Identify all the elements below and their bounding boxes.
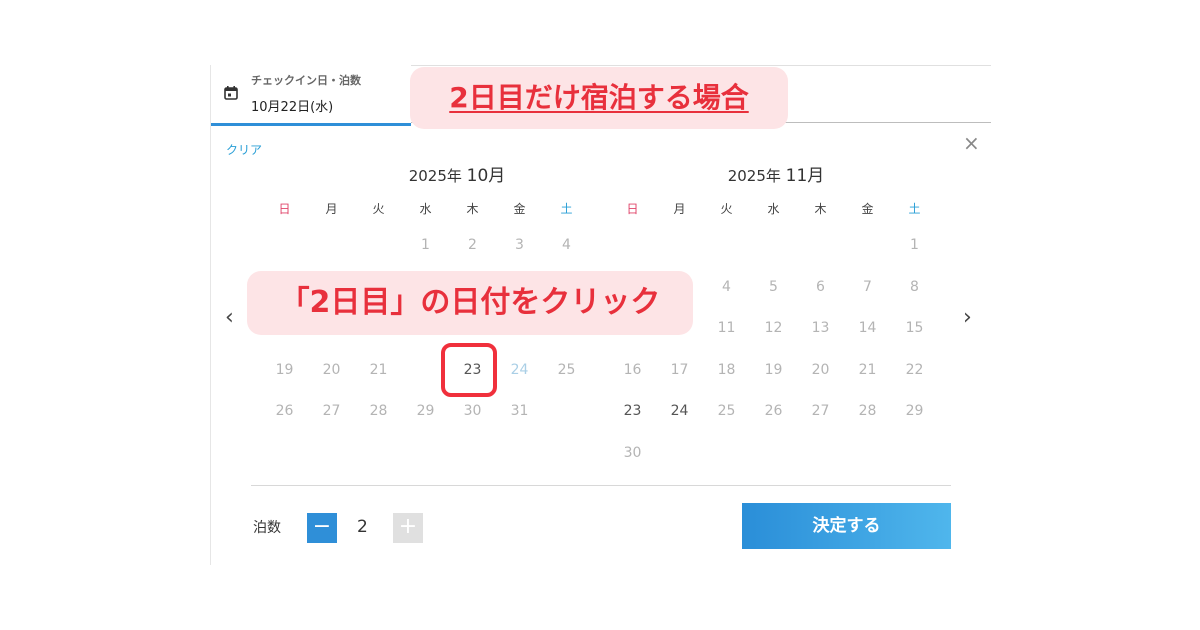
day-cell[interactable]: 1 [402, 225, 449, 267]
month-title-oct: 2025年 10月 [357, 161, 557, 186]
day-cell[interactable]: 18 [703, 350, 750, 392]
day-cell[interactable]: 20 [308, 350, 355, 392]
year-label: 2025年 [408, 167, 462, 185]
day-cell[interactable]: 20 [797, 350, 844, 392]
day-cell[interactable]: 15 [891, 308, 938, 350]
nights-increment-button[interactable]: + [393, 513, 423, 543]
day-cell[interactable]: 6 [797, 267, 844, 309]
weekday-label: 日 [626, 202, 639, 216]
weekday-label: 月 [673, 202, 686, 216]
day-cell[interactable]: 5 [750, 267, 797, 309]
weekday-label: 木 [814, 202, 827, 216]
calendar-icon [224, 86, 238, 100]
day-cell[interactable]: 14 [844, 308, 891, 350]
day-cell[interactable]: 27 [797, 391, 844, 433]
prev-month-icon[interactable]: ‹ [225, 305, 234, 330]
day-cell[interactable]: 16 [609, 350, 656, 392]
day-cell[interactable]: 19 [750, 350, 797, 392]
day-cell[interactable]: 31 [496, 391, 543, 433]
day-cell[interactable]: 8 [891, 267, 938, 309]
day-cell[interactable]: 4 [543, 225, 590, 267]
annotation-middle-text: 「2日目」の日付をクリック [279, 285, 661, 320]
day-cell[interactable]: 3 [496, 225, 543, 267]
next-month-icon[interactable]: › [963, 305, 972, 330]
weekday-label: 土 [560, 202, 573, 216]
day-cell[interactable]: 23 [609, 391, 656, 433]
footer-divider [251, 485, 951, 486]
day-cell[interactable]: 12 [750, 308, 797, 350]
day-cell[interactable]: 2 [449, 225, 496, 267]
empty-day-cell [308, 225, 355, 267]
empty-day-cell [609, 225, 656, 267]
month-title-nov: 2025年 11月 [676, 161, 876, 186]
day-grid-nov: 1234567891011121314151617181920212223242… [609, 225, 938, 474]
day-cell[interactable]: 27 [308, 391, 355, 433]
empty-day-cell [261, 225, 308, 267]
nights-decrement-button[interactable]: − [307, 513, 337, 543]
day-cell[interactable]: 30 [609, 433, 656, 475]
month-label: 10月 [466, 166, 506, 186]
empty-day-cell [844, 225, 891, 267]
weekday-label: 土 [908, 202, 921, 216]
day-cell[interactable]: 19 [261, 350, 308, 392]
weekday-label: 木 [466, 202, 479, 216]
day-cell[interactable]: 21 [355, 350, 402, 392]
day-cell[interactable]: 26 [261, 391, 308, 433]
day-cell[interactable]: 25 [543, 350, 590, 392]
empty-day-cell [355, 225, 402, 267]
day-cell[interactable]: 7 [844, 267, 891, 309]
empty-day-cell [703, 225, 750, 267]
highlight-day-23 [441, 343, 497, 397]
day-cell[interactable]: 29 [891, 391, 938, 433]
year-label: 2025年 [727, 167, 781, 185]
day-cell[interactable]: 25 [703, 391, 750, 433]
day-cell[interactable]: 21 [844, 350, 891, 392]
day-cell[interactable]: 4 [703, 267, 750, 309]
day-cell[interactable]: 13 [797, 308, 844, 350]
day-cell[interactable]: 28 [844, 391, 891, 433]
annotation-middle: 「2日目」の日付をクリック [247, 271, 693, 335]
weekday-label: 火 [720, 202, 733, 216]
day-cell[interactable]: 24 [490, 350, 543, 392]
day-cell[interactable]: 22 [891, 350, 938, 392]
empty-day-cell [656, 225, 703, 267]
day-cell[interactable]: 26 [750, 391, 797, 433]
checkin-label: チェックイン日・泊数 [251, 74, 361, 87]
day-cell[interactable]: 17 [656, 350, 703, 392]
day-cell[interactable]: 30 [449, 391, 496, 433]
weekday-header-oct: 日月火水木金土 [261, 195, 590, 223]
nights-value: 2 [357, 517, 368, 537]
empty-day-cell [750, 225, 797, 267]
day-cell[interactable]: 28 [355, 391, 402, 433]
weekday-label: 金 [861, 202, 874, 216]
weekday-label: 水 [767, 202, 780, 216]
day-cell[interactable]: 1 [891, 225, 938, 267]
clear-button[interactable]: クリア [226, 141, 262, 158]
weekday-label: 火 [372, 202, 385, 216]
weekday-label: 日 [278, 202, 291, 216]
day-cell[interactable]: 24 [656, 391, 703, 433]
month-label: 11月 [785, 166, 825, 186]
weekday-label: 月 [325, 202, 338, 216]
weekday-label: 金 [513, 202, 526, 216]
day-cell[interactable]: 29 [402, 391, 449, 433]
empty-day-cell [797, 225, 844, 267]
weekday-label: 水 [419, 202, 432, 216]
confirm-button[interactable]: 決定する [742, 503, 951, 549]
day-cell[interactable]: 11 [703, 308, 750, 350]
weekday-header-nov: 日月火水木金土 [609, 195, 938, 223]
nights-label: 泊数 [253, 520, 281, 536]
annotation-top-text: 2日目だけ宿泊する場合 [449, 81, 749, 114]
top-border [411, 65, 991, 66]
checkin-field[interactable]: チェックイン日・泊数 10月22日(水) [211, 65, 411, 126]
checkin-value: 10月22日(水) [251, 100, 334, 115]
annotation-top: 2日目だけ宿泊する場合 [410, 67, 788, 129]
close-icon[interactable]: × [963, 131, 980, 155]
